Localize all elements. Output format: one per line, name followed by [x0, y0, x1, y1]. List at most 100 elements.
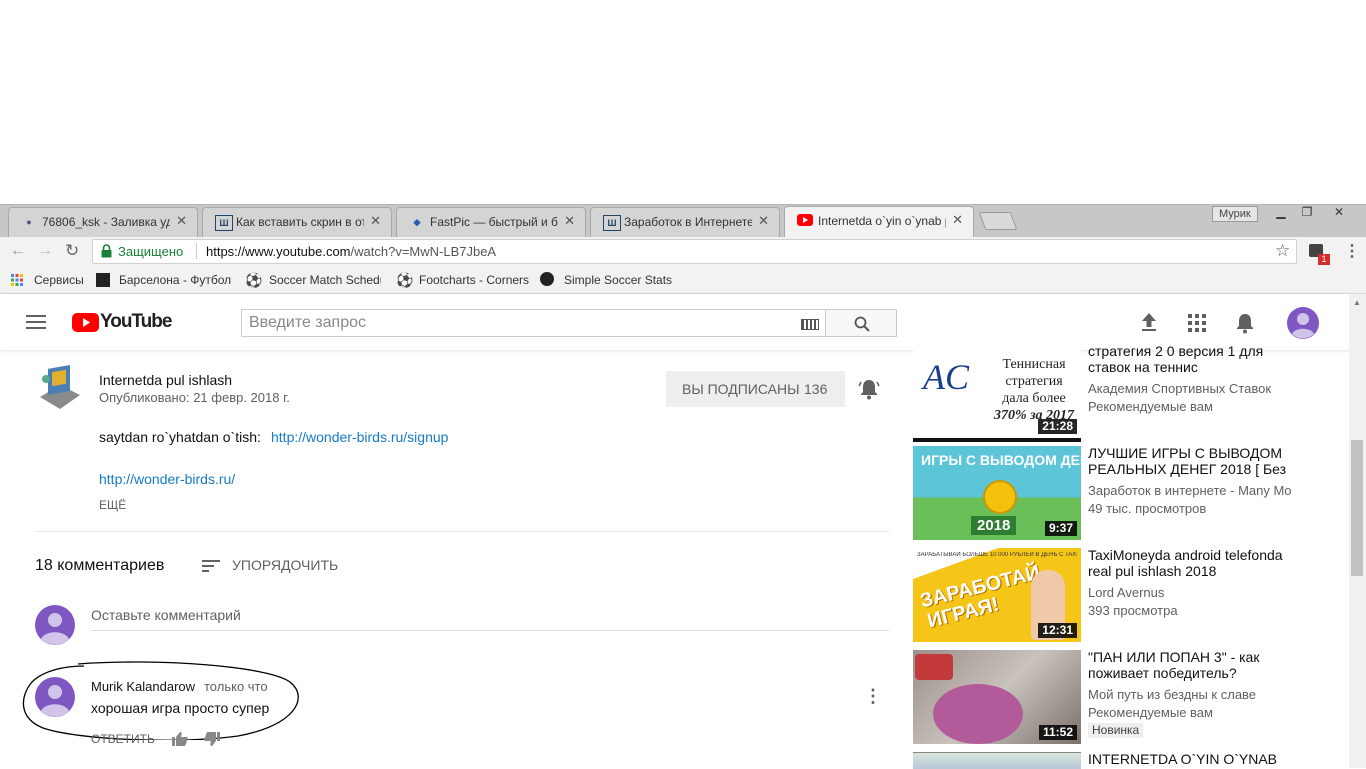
related-title[interactable]: стратегия 2 0 версия 1 для ставок на тен…: [1088, 343, 1303, 375]
close-icon[interactable]: ✕: [564, 213, 575, 229]
publish-date: Опубликовано: 21 февр. 2018 г.: [99, 390, 290, 405]
extension-badge: 1: [1318, 254, 1330, 265]
comment-text: хорошая игра просто супер: [91, 700, 270, 716]
search-button[interactable]: [826, 309, 897, 337]
youtube-logo-icon[interactable]: [72, 313, 99, 337]
related-meta: 49 тыс. просмотров: [1088, 501, 1207, 516]
notifications-bell-icon[interactable]: [1236, 312, 1254, 339]
account-avatar[interactable]: [1287, 307, 1319, 344]
browser-tab[interactable]: Ш Заработок в Интернете ✕: [590, 207, 780, 237]
related-title[interactable]: "ПАН ИЛИ ПОПАН 3" - как поживает победит…: [1088, 649, 1278, 681]
related-thumbnail[interactable]: ЗАРАБАТЫВАЙ БОЛЬШЕ 10 000 РУБЛЕЙ В ДЕНЬ …: [913, 548, 1081, 642]
close-icon[interactable]: ✕: [176, 213, 187, 229]
related-channel[interactable]: Заработок в интернете - Many Mo: [1088, 482, 1298, 500]
minimize-icon[interactable]: ▁: [1270, 205, 1292, 219]
tab-title: Internetda o`yin o`ynab p: [818, 214, 946, 228]
related-thumbnail[interactable]: [913, 752, 1081, 769]
browser-tab-active[interactable]: Internetda o`yin o`ynab p ✕: [784, 206, 974, 237]
search-placeholder: Введите запрос: [249, 314, 366, 331]
reply-button[interactable]: ОТВЕТИТЬ: [91, 732, 155, 746]
channel-name[interactable]: Internetda pul ishlash: [99, 372, 232, 388]
channel-avatar[interactable]: [36, 365, 82, 411]
youtube-logo-text[interactable]: YouTube: [100, 311, 172, 333]
forward-arrow-icon[interactable]: →: [37, 242, 53, 260]
description-link[interactable]: http://wonder-birds.ru/: [99, 471, 235, 487]
thumb-text: ЗАРАБАТЫВАЙ БОЛЬШЕ 10 000 РУБЛЕЙ В ДЕНЬ …: [917, 552, 1077, 558]
tab-title: 76806_ksk - Заливка уда: [42, 215, 170, 229]
subscribed-button[interactable]: ВЫ ПОДПИСАНЫ 136: [666, 371, 845, 407]
comments-count: 18 комментариев: [35, 557, 165, 574]
browser-tab[interactable]: Ш Как вставить скрин в от ✕: [202, 207, 392, 237]
scrollbar-thumb[interactable]: [1351, 440, 1363, 576]
address-separator: [196, 243, 197, 259]
hamburger-menu-icon[interactable]: [26, 314, 46, 335]
apps-grid-icon[interactable]: [11, 273, 23, 291]
footcharts-icon: ⚽: [396, 272, 414, 288]
window-close-icon[interactable]: ✕: [1328, 205, 1350, 219]
comment-input[interactable]: Оставьте комментарий: [91, 606, 889, 631]
show-more-button[interactable]: ЕЩЁ: [99, 498, 126, 512]
related-meta: Рекомендуемые вам: [1088, 705, 1213, 720]
related-thumbnail[interactable]: 11:52: [913, 650, 1081, 744]
related-title[interactable]: TaxiMoneyda android telefonda real pul i…: [1088, 547, 1303, 579]
tab-title: Заработок в Интернете: [624, 215, 752, 229]
tab-title: FastPic — быстрый и бе: [430, 215, 558, 229]
thumb-logo: AC: [923, 357, 970, 397]
lock-icon[interactable]: [101, 244, 112, 263]
sort-icon[interactable]: [202, 559, 220, 578]
food-plate: [933, 684, 1023, 744]
upload-icon[interactable]: [1140, 312, 1158, 337]
close-icon[interactable]: ✕: [758, 213, 769, 229]
subscribed-label: ВЫ ПОДПИСАНЫ: [682, 381, 800, 397]
thumbs-down-icon[interactable]: [204, 732, 220, 751]
star-icon[interactable]: ☆: [1275, 241, 1290, 261]
video-duration: 9:37: [1044, 521, 1077, 536]
browser-tab[interactable]: ● 76806_ksk - Заливка уда ✕: [8, 207, 198, 237]
shpzona-icon: Ш: [215, 215, 233, 231]
related-channel[interactable]: Lord Avernus: [1088, 584, 1328, 602]
bookmark-item[interactable]: Footcharts - Corners: [419, 273, 529, 287]
video-duration: 11:52: [1038, 725, 1077, 740]
comment-placeholder: Оставьте комментарий: [91, 607, 241, 623]
coin-icon: [983, 480, 1017, 514]
bookmark-item[interactable]: Барселона - Футбол: [119, 273, 231, 287]
restore-icon[interactable]: ❐: [1296, 205, 1318, 219]
browser-menu-icon[interactable]: ⋮: [1344, 241, 1360, 261]
back-arrow-icon[interactable]: ←: [10, 242, 26, 260]
thumbs-up-icon[interactable]: [172, 732, 188, 751]
divider: [35, 531, 889, 532]
comment-avatar[interactable]: [35, 677, 75, 722]
comment-author[interactable]: Murik Kalandarow: [91, 679, 195, 694]
profile-name-badge[interactable]: Мурик: [1212, 206, 1258, 222]
related-thumbnail[interactable]: ИГРЫ С ВЫВОДОМ ДЕНЕГ 2018 9:37: [913, 446, 1081, 540]
thumb-text: ИГРЫ С ВЫВОДОМ ДЕНЕГ: [921, 452, 1081, 468]
url-text[interactable]: https://www.youtube.com/watch?v=MwN-LB7J…: [206, 244, 496, 259]
bookmark-item[interactable]: Soccer Match Schedu: [269, 273, 381, 287]
scroll-up-arrow-icon[interactable]: ▲: [1353, 298, 1361, 307]
comment-menu-icon[interactable]: ⋮: [864, 686, 882, 707]
stats-icon: [540, 272, 554, 286]
related-channel[interactable]: Академия Спортивных Ставок: [1088, 380, 1328, 398]
url-path: /watch?v=MwN-LB7JbeA: [350, 244, 497, 259]
notification-bell-ringing-icon[interactable]: [858, 378, 880, 405]
sort-button[interactable]: УПОРЯДОЧИТЬ: [232, 557, 338, 573]
related-title[interactable]: INTERNETDA O`YIN O`YNAB: [1088, 751, 1303, 768]
bookmark-item[interactable]: Simple Soccer Stats: [564, 273, 672, 287]
youtube-icon: [797, 214, 813, 228]
browser-tab[interactable]: ◆ FastPic — быстрый и бе ✕: [396, 207, 586, 237]
bookmark-item[interactable]: Сервисы: [34, 273, 84, 287]
description-link[interactable]: http://wonder-birds.ru/signup: [271, 429, 448, 445]
close-icon[interactable]: ✕: [952, 212, 963, 228]
related-meta: Рекомендуемые вам: [1088, 399, 1213, 414]
new-tab-button[interactable]: [978, 212, 1018, 230]
related-thumbnail[interactable]: AC Теннисная стратегия дала более 370% з…: [913, 350, 1081, 442]
close-icon[interactable]: ✕: [370, 213, 381, 229]
reload-icon[interactable]: ↻: [65, 241, 79, 261]
keyboard-icon[interactable]: [801, 319, 819, 330]
apps-icon[interactable]: [1188, 314, 1206, 337]
search-input[interactable]: Введите запрос: [241, 309, 826, 337]
related-title[interactable]: ЛУЧШИЕ ИГРЫ С ВЫВОДОМ РЕАЛЬНЫХ ДЕНЕГ 201…: [1088, 445, 1303, 477]
related-channel[interactable]: Мой путь из бездны к славе: [1088, 686, 1328, 704]
comment-time[interactable]: только что: [204, 679, 268, 694]
description-text: saytdan ro`yhatdan o`tish:: [99, 429, 261, 445]
